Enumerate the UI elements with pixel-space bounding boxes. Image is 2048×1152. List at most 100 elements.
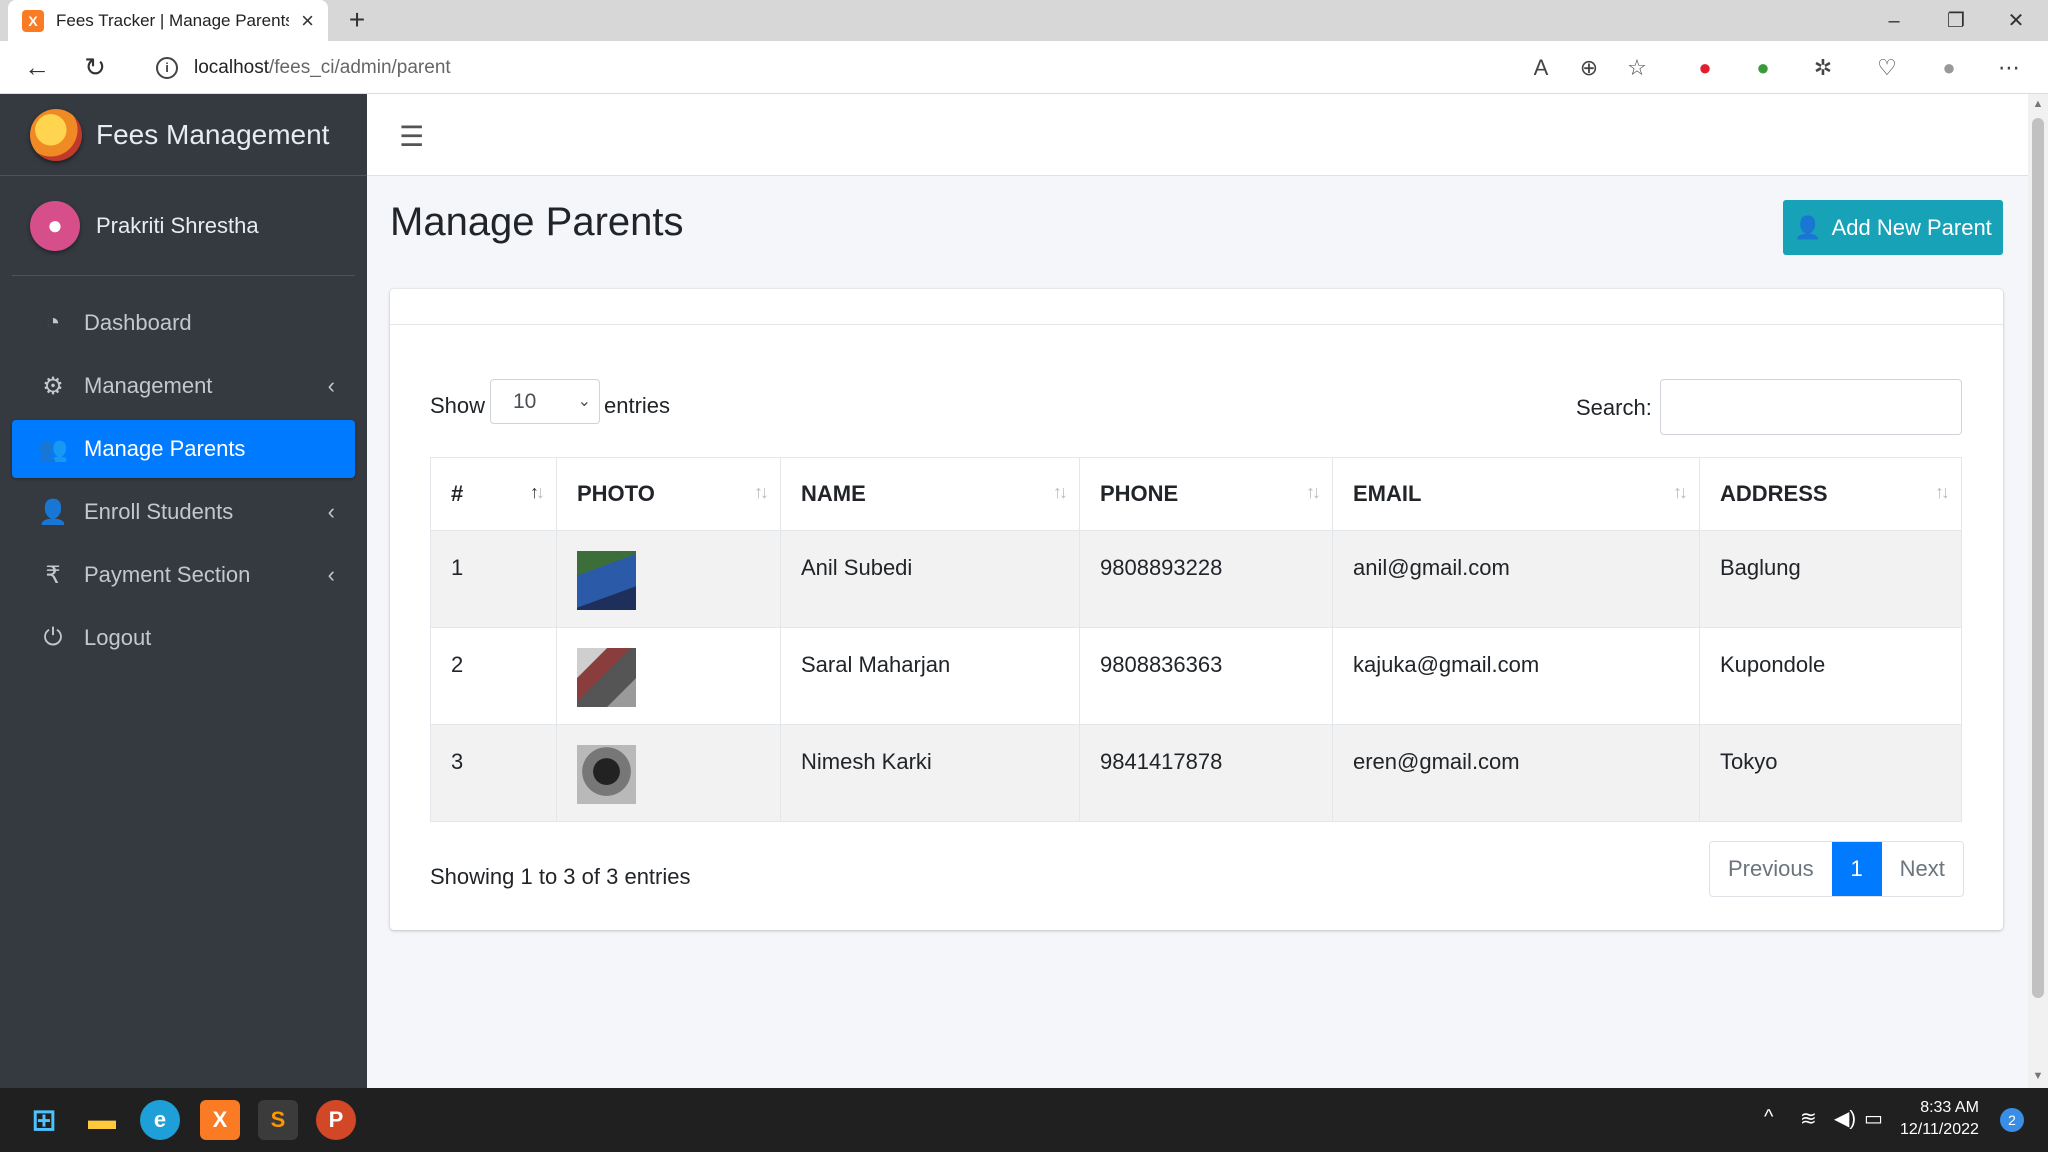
extension-globe-icon[interactable]: ● <box>1746 51 1780 85</box>
table-row: 2 Saral Maharjan 9808836363 kajuka@gmail… <box>430 627 1962 725</box>
cell-photo <box>556 530 781 628</box>
power-icon: ⏻ <box>43 624 63 651</box>
cell-phone: 9808893228 <box>1079 530 1333 628</box>
pagination: Previous 1 Next <box>1709 841 1964 897</box>
powerpoint-icon[interactable]: P <box>316 1100 356 1140</box>
page-length-value: 10 <box>513 390 537 413</box>
sidebar-item-label: Dashboard <box>84 310 192 335</box>
cell-address: Tokyo <box>1699 724 1962 822</box>
chevron-left-icon: ‹ <box>327 562 335 587</box>
show-hidden-icons-icon[interactable]: ^ <box>1764 1106 1773 1129</box>
cell-phone: 9808836363 <box>1079 627 1333 725</box>
column-header-photo[interactable]: PHOTO ↑↓ <box>556 457 781 531</box>
search-input[interactable] <box>1660 379 1962 435</box>
chevron-left-icon: ‹ <box>327 499 335 524</box>
cell-photo <box>556 627 781 725</box>
column-header-number[interactable]: # ↑↓ <box>430 457 557 531</box>
windows-start-icon[interactable]: ⊞ <box>24 1100 64 1140</box>
sidebar-item-enroll-students[interactable]: 👤 Enroll Students ‹ <box>12 483 355 541</box>
hamburger-menu-icon[interactable]: ☰ <box>399 120 424 153</box>
extensions-puzzle-icon[interactable]: ✲ <box>1806 51 1840 85</box>
page-1-button[interactable]: 1 <box>1831 842 1882 896</box>
rupee-icon: ₹ <box>45 561 61 589</box>
top-navbar: ☰ <box>367 94 2028 176</box>
cell-phone: 9841417878 <box>1079 724 1333 822</box>
brand-link[interactable]: Fees Management <box>0 94 367 176</box>
column-header-email[interactable]: EMAIL ↑↓ <box>1332 457 1700 531</box>
favorites-star-icon[interactable]: ☆ <box>1620 51 1654 85</box>
back-button[interactable]: ← <box>18 49 56 87</box>
new-tab-button[interactable]: + <box>340 4 374 38</box>
sidebar-item-dashboard[interactable]: ◔ Dashboard <box>12 294 355 352</box>
previous-page-button[interactable]: Previous <box>1710 842 1832 896</box>
user-panel[interactable]: ● Prakriti Shrestha <box>12 176 355 276</box>
column-label: ADDRESS <box>1720 481 1828 506</box>
notification-badge[interactable]: 2 <box>2000 1108 2024 1132</box>
edge-browser-icon[interactable]: e <box>140 1100 180 1140</box>
restore-window-button[interactable]: ❐ <box>1934 4 1978 38</box>
add-new-parent-label: Add New Parent <box>1831 214 1992 240</box>
more-menu-icon[interactable]: ⋯ <box>1992 51 2026 85</box>
users-icon: 👥 <box>38 435 68 463</box>
zoom-icon[interactable]: ⊕ <box>1572 51 1606 85</box>
xampp-icon[interactable]: X <box>200 1100 240 1140</box>
sidebar-item-label: Enroll Students <box>84 499 234 524</box>
sidebar-item-payment-section[interactable]: ₹ Payment Section ‹ <box>12 546 355 604</box>
close-window-button[interactable]: ✕ <box>1994 4 2038 38</box>
reload-button[interactable]: ↻ <box>76 49 114 87</box>
column-header-name[interactable]: NAME ↑↓ <box>780 457 1080 531</box>
scrollbar-thumb[interactable] <box>2032 118 2044 998</box>
clock-date: 12/11/2022 <box>1900 1121 1979 1138</box>
sidebar-item-management[interactable]: ⚙ Management ‹ <box>12 357 355 415</box>
system-clock[interactable]: 8:33 AM 12/11/2022 <box>1900 1097 1979 1141</box>
page-title: Manage Parents <box>390 200 684 244</box>
sidebar-item-logout[interactable]: ⏻ Logout <box>12 609 355 667</box>
url-text: localhost/fees_ci/admin/parent <box>194 57 451 79</box>
battery-icon[interactable]: ▭ <box>1864 1106 1883 1131</box>
browser-tab[interactable]: X Fees Tracker | Manage Parents × <box>8 0 328 41</box>
sidebar: Fees Management ● Prakriti Shrestha ◔ Da… <box>0 94 367 1088</box>
column-header-address[interactable]: ADDRESS ↑↓ <box>1699 457 1962 531</box>
read-aloud-icon[interactable]: A <box>1524 51 1558 85</box>
parent-photo <box>577 745 636 804</box>
table-row: 1 Anil Subedi 9808893228 anil@gmail.com … <box>430 530 1962 628</box>
add-new-parent-button[interactable]: 👤 Add New Parent <box>1783 200 2003 255</box>
page-length-select[interactable]: 10 ⌄ <box>490 379 600 424</box>
cogs-icon: ⚙ <box>42 372 64 400</box>
scroll-down-icon[interactable]: ▼ <box>2028 1070 2048 1082</box>
cell-email: eren@gmail.com <box>1332 724 1700 822</box>
sidebar-item-label: Manage Parents <box>84 436 246 461</box>
close-tab-icon[interactable]: × <box>301 8 314 34</box>
sidebar-item-label: Payment Section <box>84 562 251 587</box>
user-icon: 👤 <box>1794 214 1822 240</box>
browser-health-icon[interactable]: ♡ <box>1870 51 1904 85</box>
wifi-icon[interactable]: ≋ <box>1800 1106 1817 1131</box>
column-label: PHOTO <box>577 481 655 506</box>
browser-tab-strip: X Fees Tracker | Manage Parents × + – ❐ … <box>0 0 2048 41</box>
profile-avatar-icon[interactable]: ● <box>1932 51 1966 85</box>
cell-number: 3 <box>430 724 557 822</box>
file-explorer-icon[interactable]: ▬ <box>82 1100 122 1140</box>
site-info-icon[interactable]: i <box>156 56 178 79</box>
scroll-up-icon[interactable]: ▲ <box>2028 98 2048 110</box>
sort-icon: ↑↓ <box>754 482 769 502</box>
sublime-text-icon[interactable]: S <box>258 1100 298 1140</box>
next-page-button[interactable]: Next <box>1882 842 1963 896</box>
cell-email: kajuka@gmail.com <box>1332 627 1700 725</box>
column-label: PHONE <box>1100 481 1179 506</box>
cell-name: Saral Maharjan <box>780 627 1080 725</box>
cell-number: 1 <box>430 530 557 628</box>
column-label: NAME <box>801 481 866 506</box>
minimize-window-button[interactable]: – <box>1872 4 1916 38</box>
cell-photo <box>556 724 781 822</box>
column-header-phone[interactable]: PHONE ↑↓ <box>1079 457 1333 531</box>
opera-extension-icon[interactable]: ● <box>1688 51 1722 85</box>
page-scrollbar[interactable]: ▲ ▼ <box>2028 94 2048 1088</box>
column-label: # <box>451 481 464 506</box>
url-field[interactable]: i localhost/fees_ci/admin/parent <box>138 47 1658 88</box>
sidebar-item-manage-parents[interactable]: 👥 Manage Parents <box>12 420 355 478</box>
sort-icon: ↑↓ <box>1935 482 1950 502</box>
xampp-favicon-icon: X <box>22 9 44 32</box>
volume-icon[interactable]: ◀) <box>1834 1106 1856 1131</box>
cell-address: Baglung <box>1699 530 1962 628</box>
